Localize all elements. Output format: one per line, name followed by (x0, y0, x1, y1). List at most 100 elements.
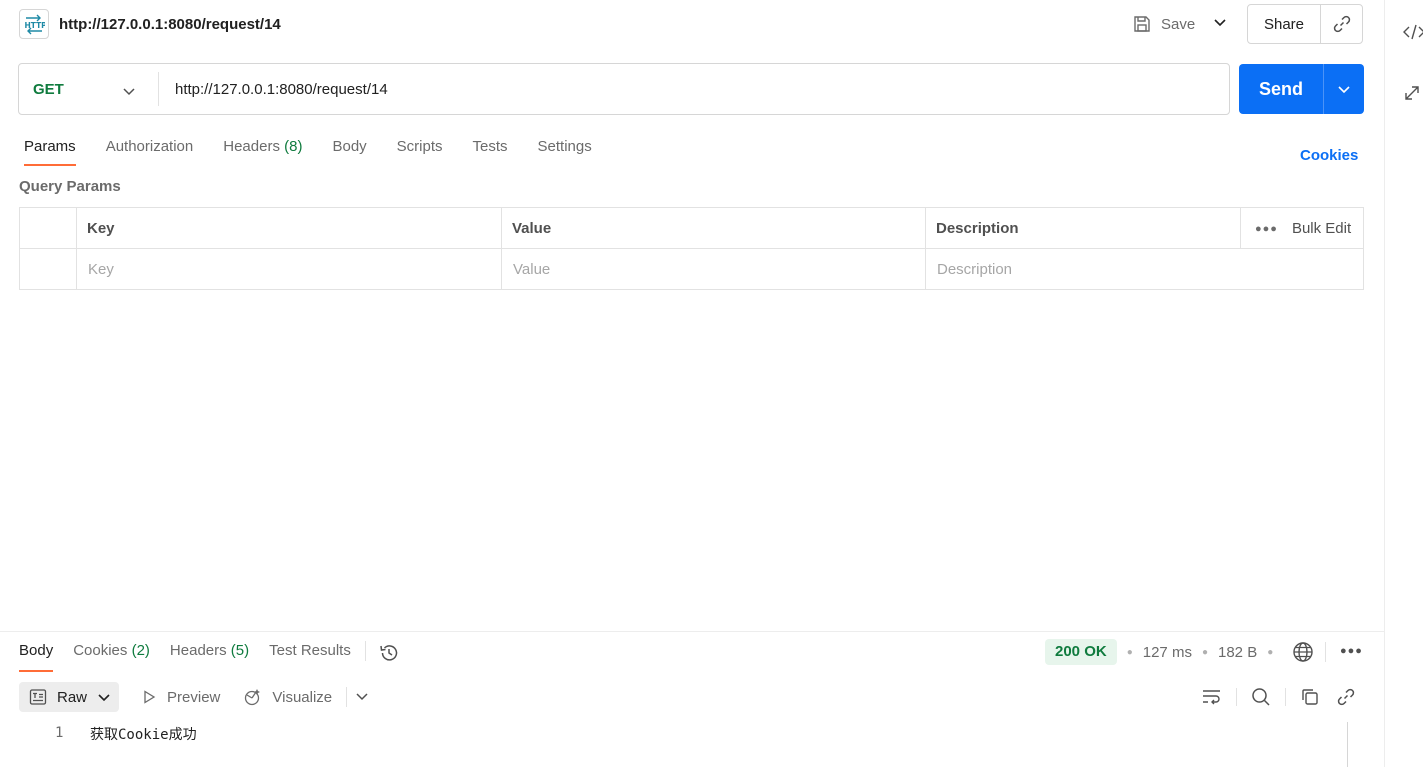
method-select[interactable]: GET (19, 64, 158, 114)
save-icon (1134, 16, 1150, 32)
response-tab-headers[interactable]: Headers (5) (170, 640, 249, 672)
tab-label: Headers (169, 642, 227, 659)
visualize-label: Visualize (272, 688, 333, 706)
tab-separator (364, 641, 366, 661)
separator (1285, 688, 1286, 706)
query-params-table: Key Value Description ●●● Bulk Edit Key … (19, 207, 1364, 290)
separator-dot: ● (1267, 646, 1274, 658)
request-tabs: Params Authorization Headers (8) Body Sc… (24, 136, 622, 166)
tab-params[interactable]: Params (24, 136, 76, 166)
save-options-chevron-down-icon[interactable] (1212, 14, 1228, 33)
response-divider[interactable] (0, 631, 1384, 632)
url-bar: GET (18, 63, 1230, 115)
wrap-lines-icon[interactable] (1200, 685, 1224, 709)
right-sidebar (1384, 0, 1423, 767)
response-tab-cookies[interactable]: Cookies (2) (73, 640, 150, 672)
tab-label: Tests (472, 138, 508, 155)
code-icon[interactable] (1403, 24, 1423, 43)
tab-count: (8) (284, 138, 303, 155)
preview-label: Preview (167, 688, 221, 706)
table-header-row: Key Value Description ●●● Bulk Edit (20, 208, 1363, 249)
line-number: 1 (55, 725, 64, 741)
visualize-button[interactable]: Visualize (242, 687, 332, 707)
column-header-value: Value (501, 208, 925, 248)
response-tab-test-results[interactable]: Test Results (269, 640, 351, 672)
table-row: Key Value Description (20, 249, 1363, 290)
tab-count: (2) (131, 642, 150, 659)
response-body-editor[interactable]: 1 获取Cookie成功 (19, 722, 1364, 767)
request-header: HTTP http://127.0.0.1:8080/request/14 Sa… (0, 0, 1384, 48)
format-raw-label: Raw (57, 688, 88, 706)
separator-dot: ● (1126, 646, 1133, 658)
search-icon[interactable] (1249, 685, 1273, 709)
separator (346, 687, 348, 707)
editor-scrollbar[interactable] (1347, 722, 1348, 767)
tab-label: Authorization (105, 138, 194, 155)
tab-label: Body (19, 642, 54, 659)
preview-button[interactable]: Preview (141, 689, 220, 706)
tab-count: (5) (230, 642, 250, 659)
copy-link-button[interactable] (1321, 5, 1362, 43)
send-options-button[interactable] (1324, 64, 1364, 114)
send-group: Send (1239, 64, 1364, 114)
tab-tests[interactable]: Tests (473, 136, 508, 166)
tab-label: Headers (223, 138, 280, 155)
http-request-icon: HTTP (19, 9, 49, 39)
tab-label: Test Results (269, 642, 351, 659)
response-tools (1200, 685, 1358, 709)
tab-settings[interactable]: Settings (538, 136, 592, 166)
chevron-down-icon (123, 88, 135, 96)
separator (1236, 688, 1237, 706)
value-input[interactable]: Value (501, 249, 925, 290)
tab-headers[interactable]: Headers (8) (223, 136, 302, 166)
tab-authorization[interactable]: Authorization (106, 136, 194, 166)
response-tabs: Body Cookies (2) Headers (5) Test Result… (19, 640, 400, 672)
tab-scripts[interactable]: Scripts (397, 136, 443, 166)
text-format-icon (29, 689, 47, 705)
chevron-down-icon (98, 694, 110, 702)
status-badge[interactable]: 200 OK (1045, 639, 1117, 665)
description-input[interactable]: Description (925, 249, 1364, 290)
more-options-icon[interactable]: ●●● (1255, 223, 1278, 235)
save-button[interactable]: Save (1133, 12, 1195, 36)
history-icon[interactable] (378, 642, 400, 667)
tab-label: Settings (537, 138, 592, 155)
link-icon[interactable] (1334, 685, 1358, 709)
response-time[interactable]: 127 ms (1143, 644, 1192, 661)
chevron-down-icon (1338, 86, 1350, 94)
more-options-icon[interactable]: ●●● (1340, 645, 1363, 657)
save-label: Save (1161, 15, 1196, 33)
separator (1325, 642, 1326, 662)
tab-label: Body (332, 138, 367, 155)
share-button[interactable]: Share (1248, 5, 1321, 43)
visualize-options-chevron-down-icon[interactable] (355, 689, 369, 706)
share-group: Share (1247, 4, 1363, 44)
visualize-icon (245, 689, 261, 706)
tab-label: Scripts (396, 138, 443, 155)
send-button[interactable]: Send (1239, 64, 1324, 114)
play-icon (144, 690, 156, 704)
response-tab-body[interactable]: Body (19, 640, 54, 672)
globe-icon[interactable] (1292, 641, 1314, 666)
query-params-title: Query Params (19, 178, 121, 195)
request-title[interactable]: http://127.0.0.1:8080/request/14 (59, 16, 281, 33)
tab-label: Cookies (73, 642, 128, 659)
url-input[interactable] (159, 64, 1229, 114)
related-collections-icon[interactable] (1403, 84, 1421, 105)
separator-dot: ● (1201, 646, 1208, 658)
http-badge-text: HTTP (25, 21, 46, 30)
key-input[interactable]: Key (76, 249, 501, 290)
method-label: GET (33, 80, 64, 98)
response-status: 200 OK ● 127 ms ● 182 B ● (1045, 639, 1283, 665)
response-size[interactable]: 182 B (1218, 644, 1257, 661)
tab-label: Params (24, 138, 76, 155)
bulk-edit-button[interactable]: ●●● Bulk Edit (1240, 208, 1364, 249)
link-icon (1333, 15, 1350, 33)
tab-body[interactable]: Body (332, 136, 366, 166)
format-raw-select[interactable]: Raw (19, 682, 120, 712)
cookies-link[interactable]: Cookies (1300, 147, 1358, 164)
column-header-key: Key (76, 208, 501, 248)
code-line[interactable]: 获取Cookie成功 (90, 724, 197, 744)
bulk-edit-label: Bulk Edit (1291, 220, 1352, 237)
copy-icon[interactable] (1298, 685, 1322, 709)
